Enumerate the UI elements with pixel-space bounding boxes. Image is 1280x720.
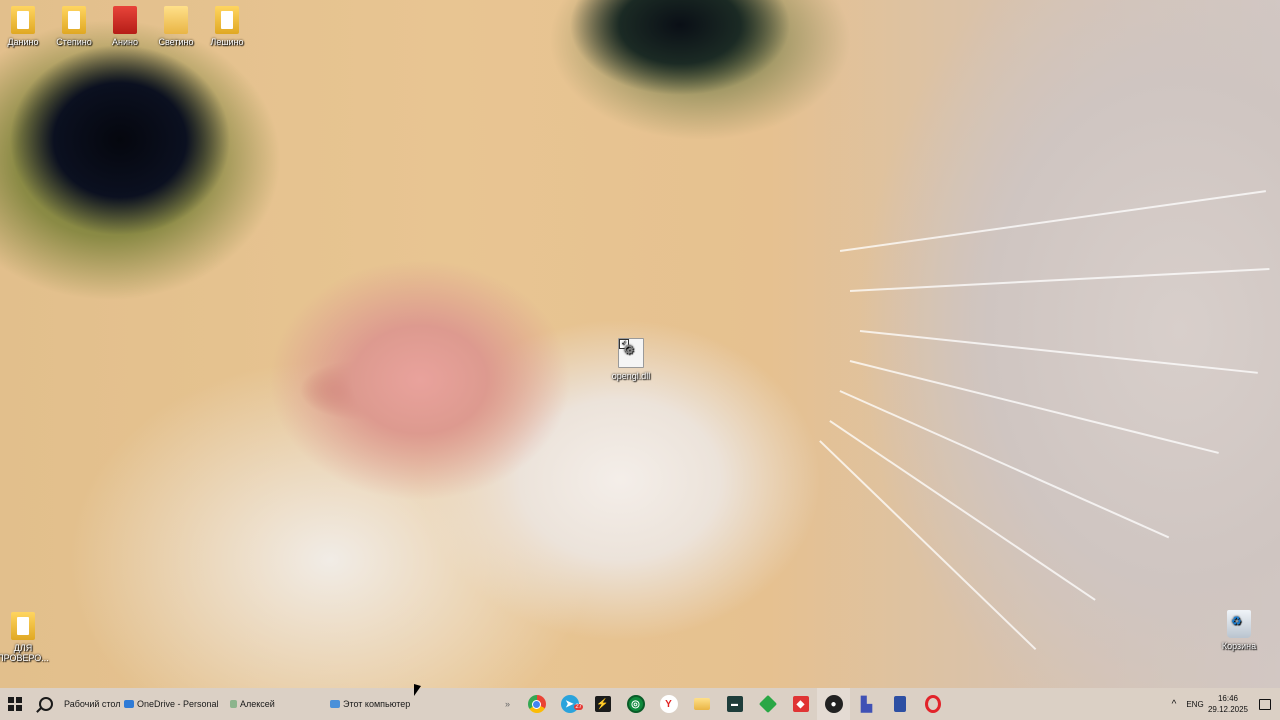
pinned-app-calculator[interactable] [883,688,916,720]
selection-checkbox[interactable]: ✓ [619,339,629,349]
yandex-browser-icon: Y [659,695,678,713]
clock-date: 29.12.2025 [1207,705,1249,714]
chrome-icon [527,695,546,713]
clock-time: 16:46 [1217,694,1239,703]
charts-app-icon: ▙ [861,695,872,712]
windows-logo-icon [8,697,22,711]
desktop-icon-opengl-dll[interactable]: ✓ opengl.dll [603,338,659,381]
wallpaper-whisker [849,268,1270,292]
green-cube-app-icon [758,694,777,714]
file-explorer-icon [693,698,710,710]
onedrive-icon [124,700,134,708]
obs-studio-icon: ● [824,695,843,713]
desktop-icon-anino[interactable]: Анино [97,6,153,47]
language-indicator[interactable]: ENG [1184,688,1206,720]
toolbar-desktop[interactable]: Рабочий стол [64,699,121,709]
user-folder-icon [230,700,237,708]
desktop-icon-label: opengl.dll [611,371,651,381]
desktop-wallpaper: Данино Степино Анино Светино Лешино ✓ op… [0,0,1280,688]
desktop-icon-danino[interactable]: Данино [0,6,51,47]
pinned-app-file-explorer[interactable] [685,688,718,720]
wallpaper-whisker [839,390,1170,538]
desktop-icon-label: Светино [158,37,194,47]
pinned-app-obs[interactable]: ● [817,688,850,720]
pinned-app-opera[interactable] [916,688,949,720]
desktop-icon-svetino[interactable]: Светино [148,6,204,47]
toolbar-label: Алексей [240,699,275,709]
terminal-app-icon: ▬ [726,696,743,712]
computer-icon [330,700,340,708]
toolbar-overflow-chevron[interactable]: » [505,699,510,709]
wallpaper-whisker [849,360,1219,454]
desktop-icon-label: Лешино [210,37,244,47]
pdf-file-icon [215,6,239,34]
toolbar-user-folder[interactable]: Алексей [230,699,330,709]
wallpaper-whisker [819,440,1037,650]
notifications-icon [1259,698,1271,710]
search-button[interactable] [30,688,62,720]
desktop-icon-dlya-provero[interactable]: ДЛЯ ПРОВЕРО... [0,612,51,663]
pinned-app-charts[interactable]: ▙ [850,688,883,720]
pinned-apps: ➤ 27 ⚡ ◎ Y ▬ ◆ ● ▙ [520,688,949,720]
opera-icon [924,695,941,713]
search-icon [39,697,53,711]
anydesk-icon: ◆ [792,696,809,712]
pinned-app-chrome[interactable] [520,688,553,720]
clock[interactable]: 16:46 29.12.2025 [1206,693,1250,715]
toolbar-label: Этот компьютер [343,699,411,709]
pinned-app-terminal[interactable]: ▬ [718,688,751,720]
desktop-icon-leshino[interactable]: Лешино [199,6,255,47]
wallpaper-whisker [859,330,1258,374]
action-center-button[interactable] [1250,688,1280,720]
red-document-icon [113,6,137,34]
pinned-app-yandex-browser[interactable]: Y [652,688,685,720]
taskbar: Рабочий стол OneDrive - Personal Алексей… [0,688,1280,720]
wallpaper-whisker [829,420,1096,601]
notification-badge: 27 [574,704,583,710]
dll-file-icon: ✓ [618,338,644,368]
winamp-icon: ⚡ [594,696,611,712]
pinned-app-telegram[interactable]: ➤ 27 [553,688,586,720]
start-button[interactable] [0,688,30,720]
desktop-icon-label: Анино [112,37,138,47]
desktop-icon-label: Данино [7,37,39,47]
pinned-app-winamp[interactable]: ⚡ [586,688,619,720]
toolbar-onedrive[interactable]: OneDrive - Personal [124,699,226,709]
desktop-icon-recycle-bin[interactable]: Корзина [1211,610,1267,651]
mouse-cursor-icon [414,684,421,696]
system-tray: ^ ENG 16:46 29.12.2025 [1164,688,1280,720]
pdf-file-icon [62,6,86,34]
pinned-app-green-circle[interactable]: ◎ [619,688,652,720]
toolbar-this-pc[interactable]: Этот компьютер » [330,699,510,709]
desktop-icon-label: Корзина [1221,641,1257,651]
show-hidden-icons-chevron[interactable]: ^ [1164,688,1184,720]
toolbar-label: OneDrive - Personal [137,699,219,709]
toolbar-label: Рабочий стол [64,699,121,709]
desktop-icon-label: Степино [56,37,92,47]
desktop-icon-label: ДЛЯ ПРОВЕРО... [0,643,49,663]
wallpaper-whisker [839,190,1266,252]
pdf-file-icon [11,6,35,34]
desktop-icon-stepino[interactable]: Степино [46,6,102,47]
pdf-file-icon [11,612,35,640]
folder-icon [164,6,188,34]
pinned-app-anydesk[interactable]: ◆ [784,688,817,720]
recycle-bin-icon [1227,610,1251,638]
green-circle-app-icon: ◎ [626,695,645,713]
pinned-app-green-cube[interactable] [751,688,784,720]
calculator-icon [893,696,906,712]
